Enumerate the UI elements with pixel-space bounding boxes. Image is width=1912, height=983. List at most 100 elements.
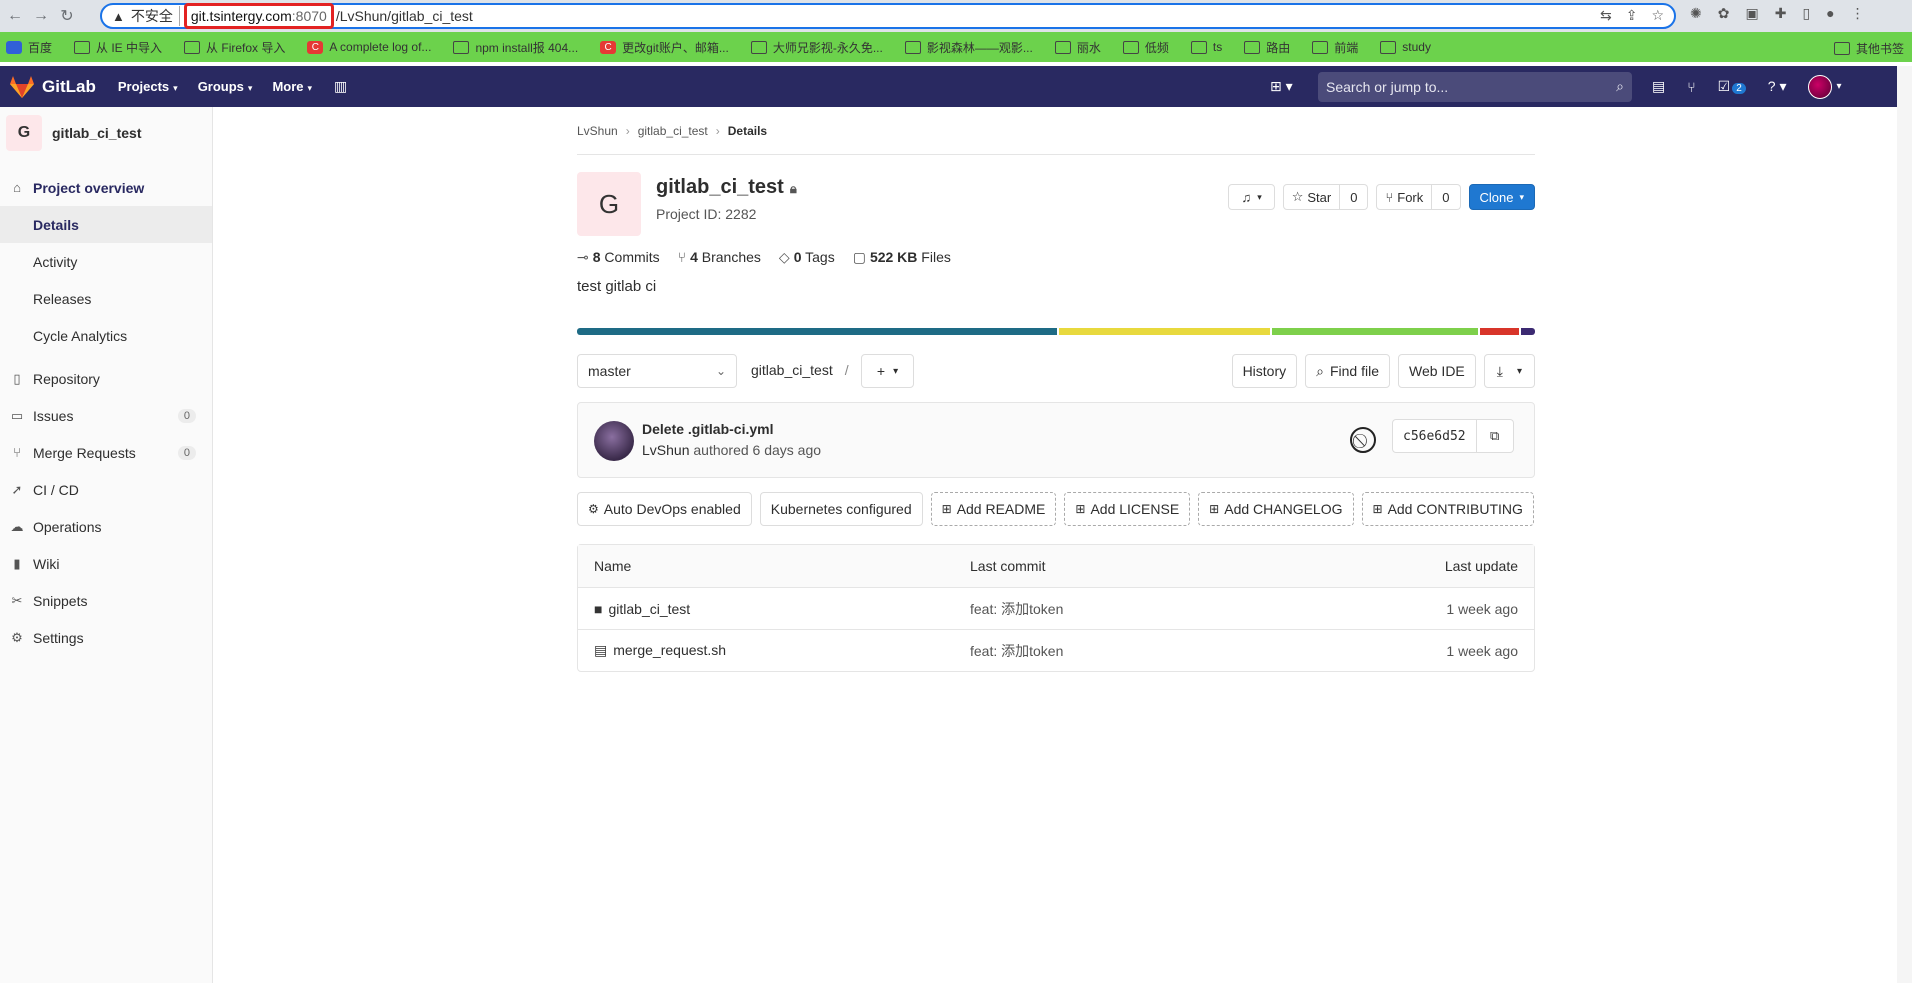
pipeline-status-icon[interactable]: ⃠ [1350, 427, 1376, 453]
last-commit-message[interactable]: feat: 添加token [970, 599, 1063, 619]
bookmark-item[interactable]: 从 Firefox 导入 [184, 39, 285, 56]
sidebar-item-ci-cd[interactable]: ➚ CI / CD [0, 471, 212, 508]
breadcrumb-item[interactable]: Details [728, 124, 767, 138]
bookmark-item[interactable]: 百度 [6, 39, 52, 56]
sidebar-item-project-overview[interactable]: ⌂ Project overview [0, 169, 212, 206]
star-count[interactable]: 0 [1340, 184, 1369, 210]
commit-title[interactable]: Delete .gitlab-ci.yml [642, 421, 773, 437]
forward-icon[interactable]: → [28, 3, 54, 29]
button-add-changelog[interactable]: ⊞ Add CHANGELOG [1198, 492, 1354, 526]
bookmark-item[interactable]: C A complete log of... [307, 40, 431, 54]
ext-icon[interactable]: ▣ [1745, 5, 1758, 22]
find-file-button[interactable]: ⌕ Find file [1305, 354, 1390, 388]
side-panel-icon[interactable]: ▯ [1802, 5, 1810, 22]
button-add-license[interactable]: ⊞ Add LICENSE [1064, 492, 1191, 526]
commits-link[interactable]: ⊸ 8 Commits [577, 249, 660, 266]
share-icon[interactable]: ⇪ [1626, 7, 1638, 24]
breadcrumb-item[interactable]: LvShun [577, 124, 618, 138]
bookmark-item[interactable]: 路由 [1244, 39, 1290, 56]
bookmark-item[interactable]: 从 IE 中导入 [74, 39, 162, 56]
commit-sha[interactable]: c56e6d52 [1393, 420, 1477, 452]
bookmark-item[interactable]: 丽水 [1054, 39, 1101, 56]
puzzle-icon[interactable]: ✚ [1775, 5, 1787, 22]
add-to-tree-button[interactable]: + ▾ [861, 354, 914, 388]
sidebar-item-settings[interactable]: ⚙ Settings [0, 619, 212, 656]
vue-ext-icon[interactable]: ✿ [1718, 5, 1730, 22]
sidebar-subitem-releases[interactable]: Releases [0, 280, 212, 317]
last-commit-message[interactable]: feat: 添加token [970, 641, 1063, 661]
copy-icon[interactable]: ⧉ [1477, 420, 1513, 452]
page-scrollbar[interactable] [1897, 66, 1912, 983]
nav-projects[interactable]: Projects ▾ [118, 79, 178, 94]
repo-path-root[interactable]: gitlab_ci_test [751, 362, 833, 378]
file-name-cell[interactable]: ▤ merge_request.sh [594, 642, 726, 659]
star-button[interactable]: ☆ Star [1282, 184, 1341, 210]
bookmark-item[interactable]: ts [1190, 40, 1222, 54]
bookmark-item[interactable]: C 更改git账户、邮箱... [600, 39, 729, 56]
gitlab-logo[interactable]: GitLab [10, 75, 96, 98]
todos-icon[interactable]: ☑ 2 [1718, 78, 1746, 95]
language-segment[interactable] [1480, 328, 1519, 335]
language-segment[interactable] [577, 328, 1057, 335]
menu-icon[interactable]: ⋮ [1851, 5, 1865, 22]
bookmark-item[interactable]: 影视森林——观影... [904, 39, 1033, 56]
nav-groups[interactable]: Groups ▾ [198, 79, 253, 94]
branches-link[interactable]: ⑂ 4 Branches [678, 249, 761, 266]
language-segment[interactable] [1520, 328, 1535, 335]
commit-author[interactable]: LvShun [642, 442, 689, 458]
file-name-cell[interactable]: ■ gitlab_ci_test [594, 601, 690, 617]
bookmark-item[interactable]: study [1380, 40, 1431, 54]
bookmark-item[interactable]: 大师兄影视-永久免... [750, 39, 883, 56]
tags-link[interactable]: ◇ 0 Tags [779, 249, 835, 266]
sidebar-project-header[interactable]: G gitlab_ci_test [0, 107, 212, 159]
table-row[interactable]: ■ gitlab_ci_test feat: 添加token 1 week ago [578, 587, 1534, 629]
profile-icon[interactable]: ● [1826, 5, 1834, 22]
sidebar-subitem-cycle-analytics[interactable]: Cycle Analytics [0, 317, 212, 354]
breadcrumb-item[interactable]: gitlab_ci_test [638, 124, 708, 138]
button-add-contributing[interactable]: ⊞ Add CONTRIBUTING [1361, 492, 1534, 526]
bookmark-item[interactable]: npm install报 404... [453, 39, 578, 56]
files-link[interactable]: ▢ 522 KB Files [853, 249, 951, 266]
branch-select[interactable]: master ⌄ [577, 354, 737, 388]
nav-more[interactable]: More ▾ [272, 79, 312, 94]
sidebar-item-wiki[interactable]: ▮ Wiki [0, 545, 212, 582]
merge-requests-header-icon[interactable]: ⑂ [1687, 79, 1695, 95]
other-bookmarks[interactable]: 其他书签 [1833, 40, 1904, 57]
address-bar[interactable]: ▲ 不安全 git.tsintergy.com:8070 /LvShun/git… [100, 3, 1676, 29]
help-icon[interactable]: ? ▾ [1768, 78, 1787, 95]
web-ide-button[interactable]: Web IDE [1398, 354, 1476, 388]
button-kubernetes-configured[interactable]: Kubernetes configured [759, 492, 923, 526]
translate-icon[interactable]: ⇆ [1600, 7, 1612, 24]
fork-button[interactable]: ⑂ Fork [1376, 184, 1433, 210]
sidebar-item-repository[interactable]: ▯ Repository [0, 360, 212, 397]
button-add-readme[interactable]: ⊞ Add README [930, 492, 1057, 526]
download-button[interactable]: ⤓ ▾ [1483, 354, 1535, 388]
sidebar-subitem-activity[interactable]: Activity [0, 243, 212, 280]
language-segment[interactable] [1058, 328, 1270, 335]
sidebar-item-issues[interactable]: ▭ Issues 0 [0, 397, 212, 434]
commit-author-avatar[interactable] [594, 421, 634, 461]
activity-chart-icon[interactable]: ▥ [334, 78, 347, 95]
user-menu[interactable]: ▾ [1808, 74, 1842, 99]
notification-button[interactable]: ♫ ▾ [1228, 184, 1275, 210]
bookmark-item[interactable]: 前端 [1312, 39, 1358, 56]
button-auto-devops-enabled[interactable]: ⚙ Auto DevOps enabled [577, 492, 752, 526]
fork-count[interactable]: 0 [1432, 184, 1461, 210]
language-segment[interactable] [1271, 328, 1479, 335]
repository-languages-bar[interactable] [577, 328, 1535, 335]
bookmark-item[interactable]: 低频 [1122, 39, 1169, 56]
bookmark-star-icon[interactable]: ☆ [1651, 7, 1664, 24]
history-button[interactable]: History [1231, 354, 1298, 388]
clone-button[interactable]: Clone ▾ [1468, 184, 1535, 210]
issues-header-icon[interactable]: ▤ [1652, 78, 1665, 95]
new-dropdown-icon[interactable]: ⊞ ▾ [1270, 78, 1293, 95]
sidebar-item-operations[interactable]: ☁ Operations [0, 508, 212, 545]
table-row[interactable]: ▤ merge_request.sh feat: 添加token 1 week ago [578, 629, 1534, 671]
sidebar-item-snippets[interactable]: ✂ Snippets [0, 582, 212, 619]
search-input[interactable]: Search or jump to... ⌕ [1318, 72, 1632, 102]
reload-icon[interactable]: ↻ [54, 3, 80, 29]
react-ext-icon[interactable]: ✺ [1690, 5, 1702, 22]
back-icon[interactable]: ← [2, 3, 28, 29]
sidebar-item-merge-requests[interactable]: ⑂ Merge Requests 0 [0, 434, 212, 471]
sidebar-subitem-details[interactable]: Details [0, 206, 212, 243]
